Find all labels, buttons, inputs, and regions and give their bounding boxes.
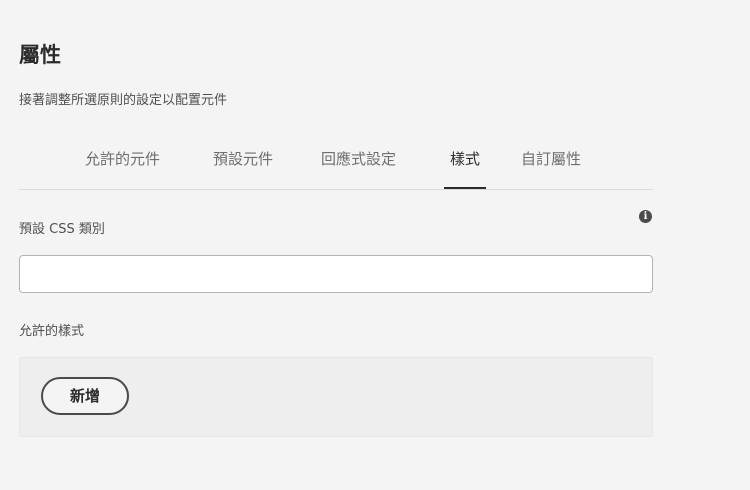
tab-default-components[interactable]: 預設元件 <box>213 148 273 170</box>
tab-responsive-settings[interactable]: 回應式設定 <box>321 148 396 170</box>
page-subtitle: 接著調整所選原則的設定以配置元件 <box>19 93 228 108</box>
add-button[interactable]: 新增 <box>41 377 129 415</box>
tab-allowed-components[interactable]: 允許的元件 <box>85 148 160 170</box>
tab-custom-properties[interactable]: 自訂屬性 <box>521 148 581 170</box>
page-title: 屬性 <box>19 43 61 67</box>
allowed-styles-label: 允許的樣式 <box>19 324 85 339</box>
default-css-label: 預設 CSS 類別 <box>19 222 105 237</box>
info-icon[interactable]: i <box>639 210 652 223</box>
policy-properties-page: 屬性 接著調整所選原則的設定以配置元件 允許的元件 預設元件 回應式設定 樣式 … <box>0 0 750 490</box>
tab-styles[interactable]: 樣式 <box>443 148 487 189</box>
tab-bar: 允許的元件 預設元件 回應式設定 樣式 自訂屬性 <box>19 140 653 190</box>
default-css-input[interactable] <box>19 255 653 293</box>
allowed-styles-panel: 新增 <box>19 357 653 437</box>
